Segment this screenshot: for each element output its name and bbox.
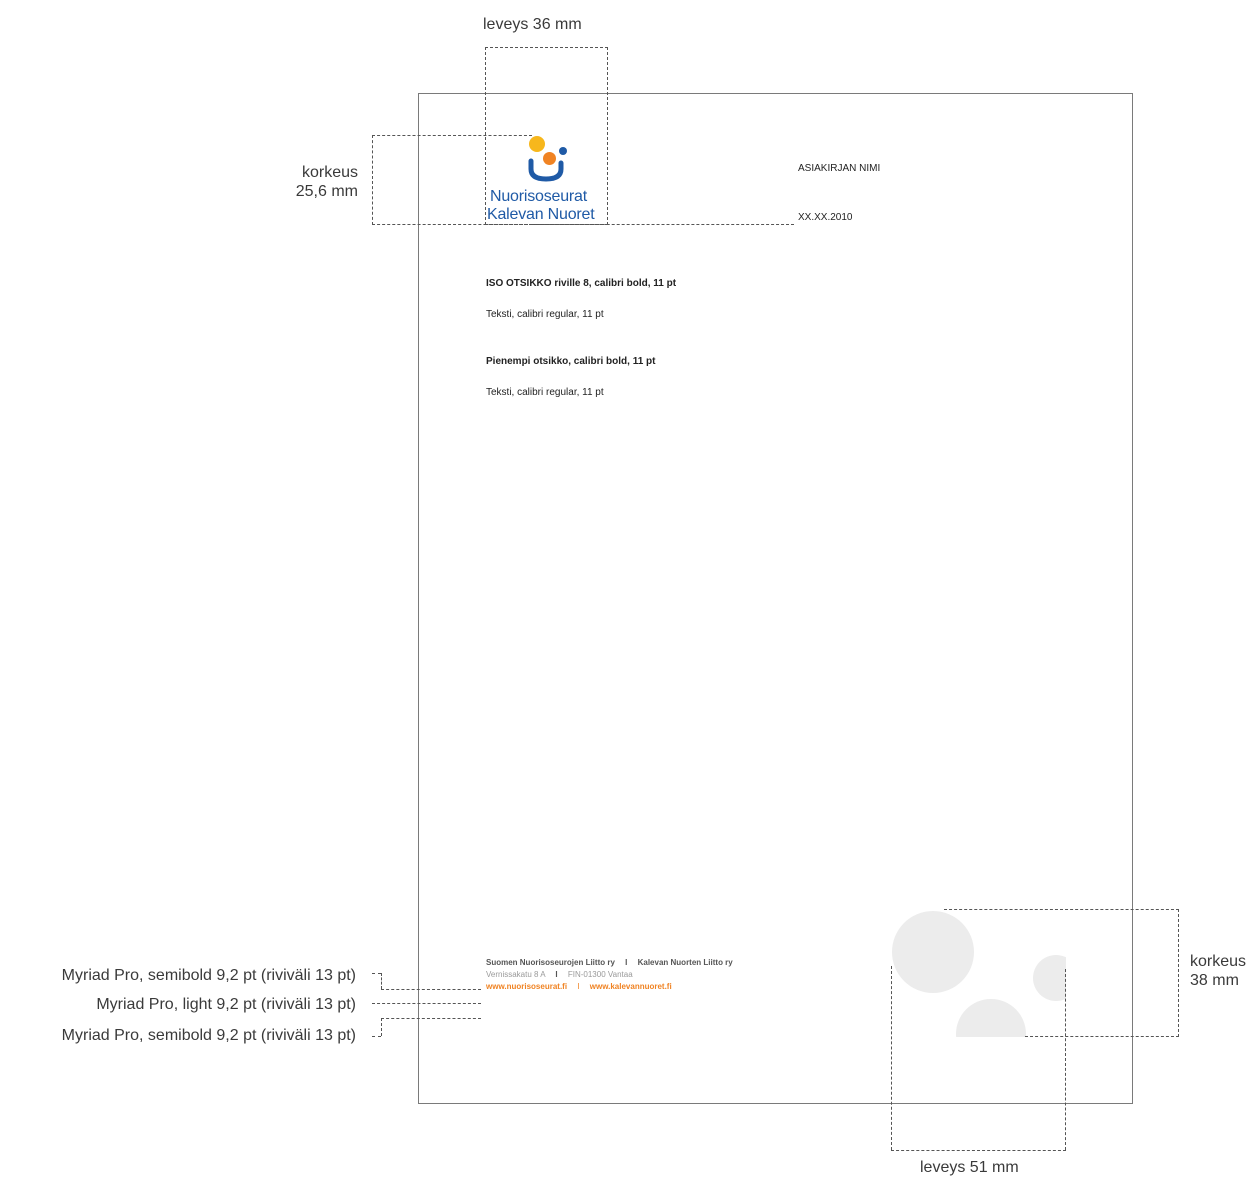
footer-line3-leader <box>381 1018 382 1036</box>
logo-height-label-line2: 25,6 mm <box>295 183 358 200</box>
logo-width-label: leveys 36 mm <box>483 16 582 33</box>
footer-separator: I <box>625 958 628 967</box>
circles-height-guide <box>1178 909 1179 1037</box>
heading-large: ISO OTSIKKO riville 8, calibri bold, 11 … <box>486 278 677 289</box>
circles-left-guide <box>891 966 892 1150</box>
logo-height-label: korkeus 25,6 mm <box>280 163 358 201</box>
logo-text-line1: Nuorisoseurat <box>490 188 588 205</box>
footer-line-web: www.nuorisoseurat.fi I www.kalevannuoret… <box>486 981 733 993</box>
circles-width-guide <box>891 1150 1066 1151</box>
logo-height-label-line1: korkeus <box>301 164 358 181</box>
footer-web1-link[interactable]: www.nuorisoseurat.fi <box>486 982 567 991</box>
footer-address: Vernissakatu 8 A <box>486 970 546 979</box>
circles-width-label: leveys 51 mm <box>920 1159 1019 1176</box>
circles-height-label: korkeus 38 mm <box>1190 952 1246 990</box>
footer-org2: Kalevan Nuorten Liitto ry <box>637 958 733 967</box>
circle-medium-icon <box>956 999 1026 1037</box>
footer-separator: I <box>577 982 580 991</box>
footer-line1-font-label: Myriad Pro, semibold 9,2 pt (riviväli 13… <box>61 967 356 984</box>
circle-small-icon <box>1033 955 1066 1001</box>
logo-blue-dot-icon <box>559 147 567 155</box>
footer-line1-leader <box>381 989 481 990</box>
footer-line2-font-label: Myriad Pro, light 9,2 pt (riviväli 13 pt… <box>96 996 356 1013</box>
logo-text-line2: Kalevan Nuoret <box>487 206 595 223</box>
footer-line1-leader <box>381 973 382 989</box>
footer-line-organizations: Suomen Nuorisoseurojen Liitto ry I Kalev… <box>486 957 733 969</box>
footer-line3-leader <box>381 1018 481 1019</box>
decorative-circles <box>890 909 1066 1037</box>
circle-large-icon <box>892 911 974 993</box>
document-date: XX.XX.2010 <box>798 212 853 223</box>
circles-top-guide <box>944 909 1179 910</box>
circles-right-guide <box>1065 969 1066 1150</box>
logo: Nuorisoseurat Kalevan Nuoret <box>486 133 611 228</box>
circles-height-label-line2: 38 mm <box>1190 972 1239 989</box>
body-text-1: Teksti, calibri regular, 11 pt <box>486 309 604 320</box>
circles-height-label-line1: korkeus <box>1190 953 1247 970</box>
body-text-2: Teksti, calibri regular, 11 pt <box>486 387 604 398</box>
footer-separator: I <box>555 970 558 979</box>
footer-line2-leader <box>372 1003 481 1004</box>
document-title: ASIAKIRJAN NIMI <box>798 163 881 174</box>
footer-line1-leader <box>372 973 381 974</box>
footer-web2-link[interactable]: www.kalevannuoret.fi <box>590 982 672 991</box>
footer-line3-leader <box>372 1036 381 1037</box>
footer: Suomen Nuorisoseurojen Liitto ry I Kalev… <box>486 957 733 993</box>
footer-org1: Suomen Nuorisoseurojen Liitto ry <box>486 958 615 967</box>
footer-line-address: Vernissakatu 8 A I FIN-01300 Vantaa <box>486 969 733 981</box>
footer-postal: FIN-01300 Vantaa <box>567 970 633 979</box>
footer-line3-font-label: Myriad Pro, semibold 9,2 pt (riviväli 13… <box>61 1027 356 1044</box>
logo-smile-icon <box>528 158 564 182</box>
logo-yellow-dot-icon <box>529 136 545 152</box>
circles-bottom-guide <box>1025 1036 1179 1037</box>
heading-small: Pienempi otsikko, calibri bold, 11 pt <box>486 356 656 367</box>
